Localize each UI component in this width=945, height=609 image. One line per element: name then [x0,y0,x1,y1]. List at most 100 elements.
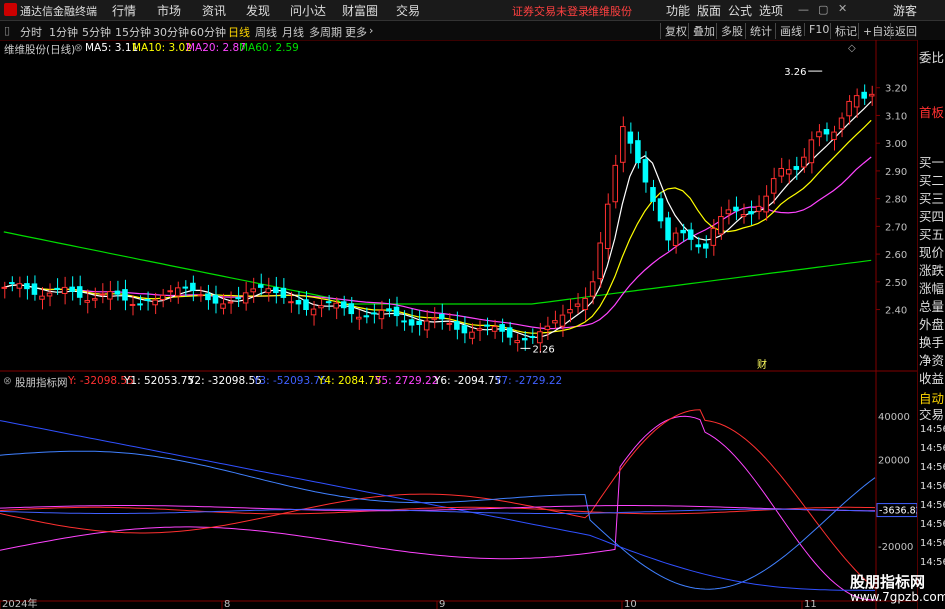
menu-market[interactable]: 市场 [157,2,181,19]
period-toolbar: ▯ 分时 1分钟 5分钟 15分钟 30分钟 60分钟 日线 周线 月线 多周期… [0,21,945,41]
trade-time: 14:56 [920,424,945,435]
period-tick[interactable]: 分时 [20,24,42,40]
period-daily[interactable]: 日线 [228,24,250,40]
menu-options[interactable]: 选项 [759,2,783,19]
side-item-0[interactable]: 委比 [919,47,944,66]
candle-body [31,283,38,295]
candle-body [620,126,626,163]
candle-body [310,308,317,316]
sub-y6: Y6: -2094.75 [434,375,502,387]
sub-legend-toggle-icon[interactable]: ⊗ [3,375,12,387]
side-item-10[interactable]: 总量 [919,296,944,315]
candle-body [363,315,370,318]
close-icon[interactable]: ✕ [838,2,847,15]
side-item-4[interactable]: 买三 [919,188,944,207]
indicator-tick-label: -20000 [878,542,913,553]
period-monthly[interactable]: 月线 [282,24,304,40]
menu-quotes[interactable]: 行情 [112,2,136,19]
indicator-red [0,409,876,589]
candle-body [680,229,686,234]
side-item-1[interactable]: 首板 [919,102,944,121]
date-axis: 2024年 8 9 10 11 [0,597,817,609]
app-logo-icon [4,3,17,16]
candle-body [506,327,513,338]
main-legend-name: 维维股份(日线) [4,44,76,56]
multi-stock-button[interactable]: 多股 [716,23,743,39]
stats-button[interactable]: 统计 [745,23,772,39]
period-more[interactable]: 更多 [345,24,367,40]
side-item-6[interactable]: 买五 [919,224,944,243]
candle-body [710,227,717,246]
candle-body [250,288,256,293]
side-item-7[interactable]: 现价 [919,242,944,261]
side-item-16[interactable]: 交易 [919,404,944,423]
candle-body [567,309,573,314]
ma20-polyline [3,156,872,330]
period-5min[interactable]: 5分钟 [82,24,111,40]
menu-trade[interactable]: 交易 [396,2,420,19]
side-item-8[interactable]: 涨跌 [919,260,944,279]
menu-ask[interactable]: 问小达 [290,2,326,19]
kline-chart[interactable]: 3.20 3.10 3.00 2.90 2.80 2.70 2.60 2.50 2.40 400… [0,40,917,609]
candle-body [129,303,136,306]
overlay-button[interactable]: 叠加 [688,23,715,39]
candle-body [816,131,822,138]
period-60min[interactable]: 60分钟 [190,24,226,40]
guest-label[interactable]: 游客 [893,2,917,19]
minimize-icon[interactable]: — [798,3,809,16]
legend-toggle-icon[interactable]: ⊗ [74,42,83,54]
adjust-button[interactable]: 复权 [660,23,687,39]
price-tick-label: 2.50 [885,278,907,289]
chevron-right-icon[interactable]: › [369,24,373,37]
price-tick-label: 2.90 [885,167,907,178]
period-weekly[interactable]: 周线 [255,24,277,40]
current-value-label: -3636.82 [879,506,917,517]
add-watchlist-button[interactable]: +自选 [858,23,894,39]
candle-body [597,242,603,280]
candle-body [416,320,422,325]
candle-body [378,309,385,320]
price-tick-label: 3.00 [885,139,907,150]
period-30min[interactable]: 30分钟 [153,24,189,40]
draw-button[interactable]: 画线 [775,23,802,39]
restore-icon[interactable]: ▢ [818,3,828,16]
candle-body [69,286,75,292]
candle-body [54,287,60,290]
menu-wealth[interactable]: 财富圈 [342,2,378,19]
candle-body [9,282,15,285]
back-button[interactable]: 返回 [890,23,917,39]
candle-body [589,281,596,297]
side-item-9[interactable]: 涨幅 [919,278,944,297]
panel-toggle-icon[interactable]: ▯ [4,24,10,37]
candle-body [529,335,536,338]
side-item-12[interactable]: 换手 [919,332,944,351]
menu-formula[interactable]: 公式 [728,2,752,19]
side-item-3[interactable]: 买二 [919,170,944,189]
mark-button[interactable]: 标记 [830,23,857,39]
side-item-13[interactable]: 净资 [919,350,944,369]
menu-layout[interactable]: 版面 [697,2,721,19]
date-tick-label: 10 [624,599,637,609]
candle-body [205,293,211,301]
period-1min[interactable]: 1分钟 [49,24,78,40]
menu-discover[interactable]: 发现 [246,2,270,19]
candle-body [220,303,226,309]
side-item-14[interactable]: 收益 [919,368,944,387]
period-15min[interactable]: 15分钟 [115,24,151,40]
f10-button[interactable]: F10 [804,23,829,36]
period-multi[interactable]: 多周期 [309,24,342,40]
login-warning[interactable]: 证券交易未登录 [512,3,589,19]
candle-body [325,301,332,304]
candle-body [672,232,679,246]
candle-body [24,283,30,290]
stock-name-title: 维维股份 [588,5,632,18]
candle-body [491,326,498,332]
side-item-5[interactable]: 买四 [919,206,944,225]
candle-body [265,288,272,294]
side-item-11[interactable]: 外盘 [919,314,944,333]
menu-news[interactable]: 资讯 [202,2,226,19]
menu-function[interactable]: 功能 [666,2,690,19]
side-item-2[interactable]: 买一 [919,152,944,171]
candle-body [76,286,83,298]
sub-y7: Y7: -2729.22 [495,375,563,387]
